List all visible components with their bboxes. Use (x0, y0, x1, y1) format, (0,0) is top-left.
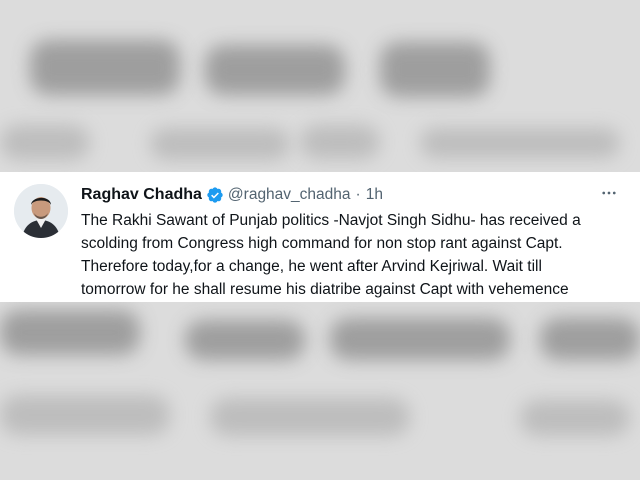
tweet-card[interactable]: Raghav Chadha @raghav_chadha · 1h The Ra… (0, 172, 640, 302)
avatar[interactable] (14, 184, 68, 238)
author-name[interactable]: Raghav Chadha (81, 186, 202, 204)
author-handle[interactable]: @raghav_chadha (228, 186, 351, 204)
timestamp[interactable]: 1h (366, 186, 383, 204)
avatar-image (14, 184, 68, 238)
more-options-icon[interactable] (594, 178, 624, 208)
verified-badge-icon (206, 186, 224, 204)
tweet-header: Raghav Chadha @raghav_chadha · 1h (81, 184, 624, 206)
tweet-content: Raghav Chadha @raghav_chadha · 1h The Ra… (81, 184, 624, 301)
separator-dot: · (355, 186, 361, 203)
tweet-text: The Rakhi Sawant of Punjab politics -Nav… (81, 212, 581, 298)
